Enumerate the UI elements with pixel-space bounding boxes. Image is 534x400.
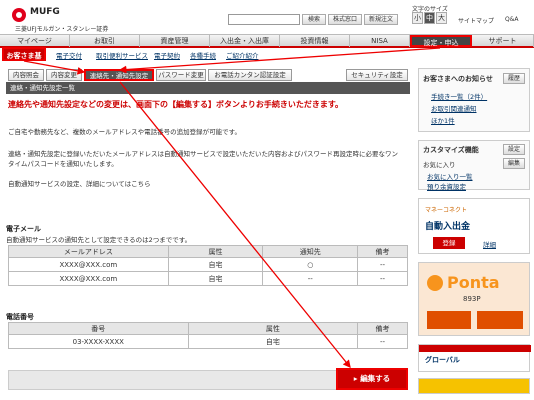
money-detail-link[interactable]: 詳細 [483, 239, 496, 249]
notice-box: お客さまへのお知らせ 履歴 手続き一覧（2件） お取引関連通知 ほか1件 [418, 68, 530, 132]
global-banner-stripe [419, 345, 531, 352]
ponta-button-1[interactable] [427, 311, 471, 329]
fav-link[interactable]: 預り余資設定 [427, 181, 466, 191]
ponta-button-2[interactable] [477, 311, 523, 329]
favorites-edit-button[interactable]: 編集 [503, 158, 525, 169]
customize-title: カスタマイズ機能 [423, 146, 479, 154]
notice-link[interactable]: 手続き一覧（2件） [431, 91, 487, 101]
money-connect-title: 自動入出金 [425, 222, 471, 232]
card-banner[interactable] [418, 378, 530, 394]
arrow-settings-to-tab [118, 47, 441, 74]
ponta-banner[interactable]: Ponta 893P [418, 262, 530, 336]
notice-link[interactable]: お取引関連通知 [431, 103, 477, 113]
global-banner[interactable]: グローバル [418, 344, 531, 372]
customize-box: カスタマイズ機能 設定 お気に入り 編集 お気に入り一覧 預り余資設定 [418, 140, 530, 191]
money-register-button[interactable]: 登録 [433, 237, 465, 249]
ponta-points: 893P [463, 295, 481, 303]
ponta-icon [427, 275, 443, 291]
money-connect-banner[interactable]: マネーコネクト 自動入出金 登録 詳細 [418, 198, 530, 254]
money-connect-sub: マネーコネクト [425, 207, 468, 214]
notice-box-title: お客さまへのお知らせ [423, 75, 493, 83]
notice-link[interactable]: ほか1件 [431, 115, 455, 125]
arrow-info-to-tab [23, 60, 86, 75]
history-button[interactable]: 履歴 [503, 73, 525, 84]
customize-settings-button[interactable]: 設定 [503, 144, 525, 155]
ponta-logo-text: Ponta [447, 273, 500, 292]
arrow-tab-to-edit [119, 81, 351, 369]
global-banner-title: グローバル [425, 356, 460, 364]
favorites-label: お気に入り [423, 161, 456, 169]
fav-link[interactable]: お気に入り一覧 [427, 171, 473, 181]
